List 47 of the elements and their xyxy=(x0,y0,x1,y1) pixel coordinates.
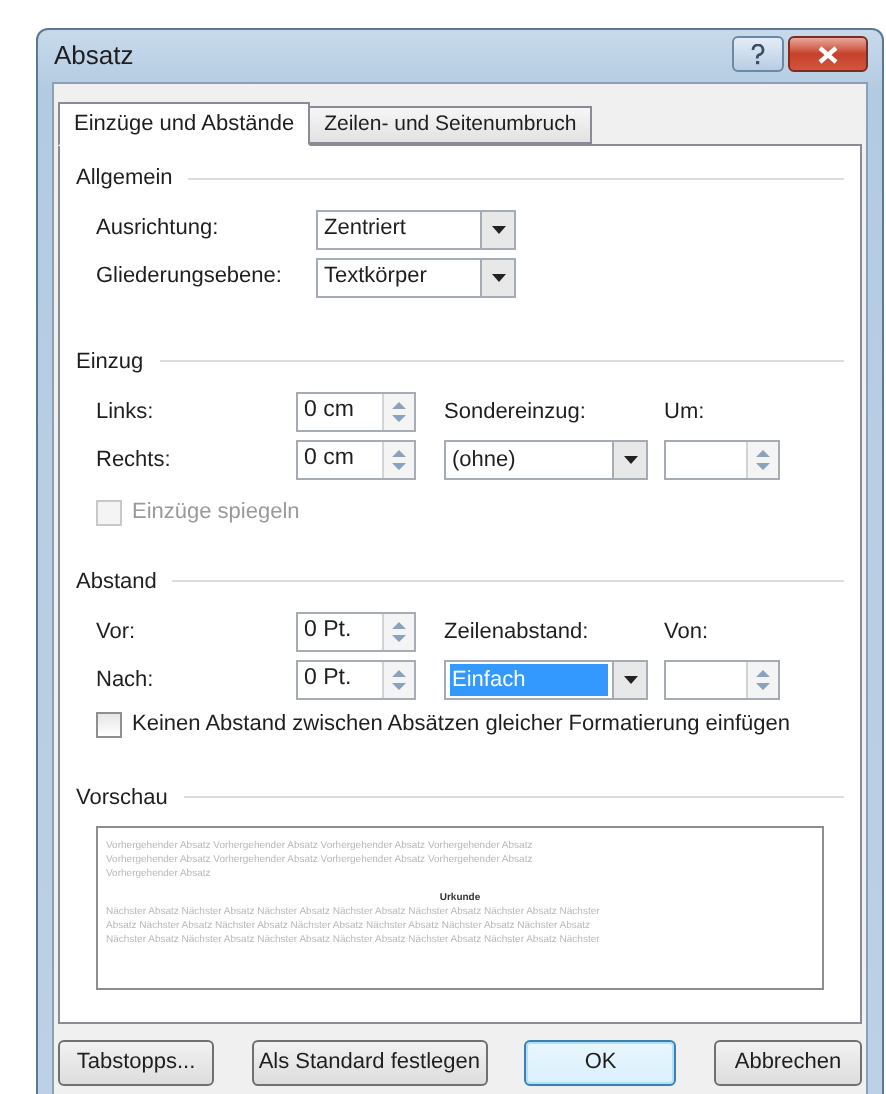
section-title: Einzug xyxy=(76,347,144,377)
field-label: Nach: xyxy=(96,665,156,696)
spin-field[interactable]: 0 Pt. xyxy=(296,612,416,652)
close-button[interactable] xyxy=(788,36,868,72)
tab[interactable]: Einzüge und Abstände xyxy=(58,102,311,146)
spin-field[interactable] xyxy=(664,440,780,480)
spin-arrows-icon xyxy=(392,620,406,644)
dropdown-arrow-icon xyxy=(623,456,637,464)
spin-arrows-icon xyxy=(756,448,770,472)
spin-field[interactable]: 0 cm xyxy=(296,440,416,480)
dropdown-arrow-icon xyxy=(491,273,505,281)
field-label: Zeilenabstand: xyxy=(444,617,591,648)
spin-arrows-icon xyxy=(392,400,406,424)
tab[interactable]: Zeilen- und Seitenumbruch xyxy=(310,106,593,144)
window-title: Absatz xyxy=(54,38,134,75)
dropdown[interactable]: (ohne) xyxy=(444,440,648,480)
dropdown[interactable]: Textkörper xyxy=(316,257,516,297)
field-label: Vor: xyxy=(96,617,138,648)
spin-arrows-icon xyxy=(392,448,406,472)
field-label: Von: xyxy=(664,617,711,648)
checkbox-label: Einzüge spiegeln xyxy=(132,498,300,528)
dropdown-arrow-icon xyxy=(491,225,505,233)
section-title: Vorschau xyxy=(76,783,168,813)
help-icon xyxy=(750,43,766,65)
dialog-button[interactable]: Als Standard festlegen xyxy=(251,1040,488,1086)
dialog-button[interactable]: Tabstopps... xyxy=(58,1040,214,1086)
dialog-button[interactable]: Abbrechen xyxy=(713,1040,862,1086)
field-label: Rechts: xyxy=(96,445,173,476)
field-label: Links: xyxy=(96,397,156,428)
field-label: Gliederungsebene: xyxy=(96,262,284,293)
section-title: Allgemein xyxy=(76,164,173,194)
spin-field[interactable]: 0 Pt. xyxy=(296,660,416,700)
dropdown-arrow-icon xyxy=(623,676,637,684)
section-title: Abstand xyxy=(76,567,157,597)
spin-field[interactable]: 0 cm xyxy=(296,392,416,432)
dropdown[interactable]: Zentriert xyxy=(316,209,516,249)
spin-field[interactable] xyxy=(664,660,780,700)
help-button[interactable] xyxy=(732,36,784,72)
checkbox-label: Keinen Abstand zwischen Absätzen gleicher Formatierung einfügen xyxy=(132,710,790,740)
checkbox[interactable] xyxy=(96,711,122,738)
field-label: Ausrichtung: xyxy=(96,214,221,245)
spin-arrows-icon xyxy=(392,668,406,692)
spin-arrows-icon xyxy=(756,668,770,692)
close-icon xyxy=(818,45,838,63)
field-label: Sondereinzug: xyxy=(444,397,588,428)
dialog-button[interactable]: OK xyxy=(524,1040,677,1086)
field-label: Um: xyxy=(664,397,707,428)
